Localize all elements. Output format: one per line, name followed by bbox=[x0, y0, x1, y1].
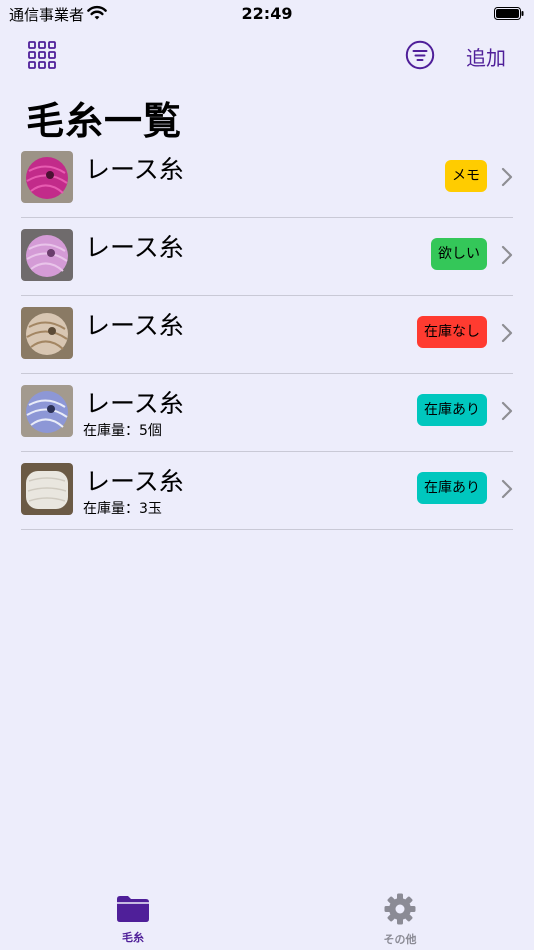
stock-amount: 在庫量：3玉 bbox=[83, 501, 162, 517]
tab-yarn[interactable]: 毛糸 bbox=[73, 893, 193, 945]
yarn-thumbnail bbox=[21, 307, 73, 359]
status-badge: 在庫なし bbox=[417, 316, 487, 348]
folder-icon bbox=[117, 896, 149, 922]
grid-view-button[interactable] bbox=[28, 41, 56, 69]
yarn-name: レース糸 bbox=[85, 389, 184, 418]
chevron-right-icon bbox=[501, 401, 513, 421]
chevron-right-icon bbox=[501, 479, 513, 499]
filter-button[interactable] bbox=[405, 40, 435, 70]
page-title: 毛糸一覧 bbox=[26, 99, 183, 143]
yarn-thumbnail bbox=[21, 463, 73, 515]
filter-icon bbox=[405, 40, 435, 70]
yarn-name: レース糸 bbox=[85, 467, 184, 496]
grid-icon bbox=[28, 41, 56, 69]
status-badge: メモ bbox=[445, 160, 487, 192]
yarn-row[interactable]: レース糸 欲しい bbox=[21, 218, 513, 296]
status-badge: 在庫あり bbox=[417, 394, 487, 426]
gear-icon bbox=[384, 893, 416, 925]
add-button[interactable]: 追加 bbox=[466, 42, 506, 71]
status-badge: 欲しい bbox=[431, 238, 487, 270]
yarn-thumbnail bbox=[21, 385, 73, 437]
tab-other[interactable]: その他 bbox=[340, 893, 460, 947]
yarn-thumbnail bbox=[21, 229, 73, 281]
yarn-row[interactable]: レース糸 在庫なし bbox=[21, 296, 513, 374]
stock-amount: 在庫量：5個 bbox=[83, 423, 162, 439]
yarn-name: レース糸 bbox=[85, 233, 184, 262]
yarn-row[interactable]: レース糸 メモ bbox=[21, 140, 513, 218]
yarn-thumbnail bbox=[21, 151, 73, 203]
chevron-right-icon bbox=[501, 167, 513, 187]
yarn-row[interactable]: レース糸 在庫量：5個 在庫あり bbox=[21, 374, 513, 452]
yarn-name: レース糸 bbox=[85, 311, 184, 340]
chevron-right-icon bbox=[501, 323, 513, 343]
tab-bar: 毛糸 その他 bbox=[0, 880, 534, 950]
tab-label: その他 bbox=[383, 933, 417, 946]
chevron-right-icon bbox=[501, 245, 513, 265]
tab-label: 毛糸 bbox=[122, 931, 144, 944]
clock: 22:49 bbox=[241, 4, 293, 23]
yarn-list: レース糸 メモ レース糸 欲しい レース糸 在庫なし レース糸 在庫量：5個 在… bbox=[21, 140, 513, 530]
status-bar: 通信事業者 22:49 bbox=[0, 0, 534, 28]
yarn-row[interactable]: レース糸 在庫量：3玉 在庫あり bbox=[21, 452, 513, 530]
battery-icon bbox=[494, 7, 524, 20]
yarn-name: レース糸 bbox=[85, 155, 184, 184]
status-badge: 在庫あり bbox=[417, 472, 487, 504]
